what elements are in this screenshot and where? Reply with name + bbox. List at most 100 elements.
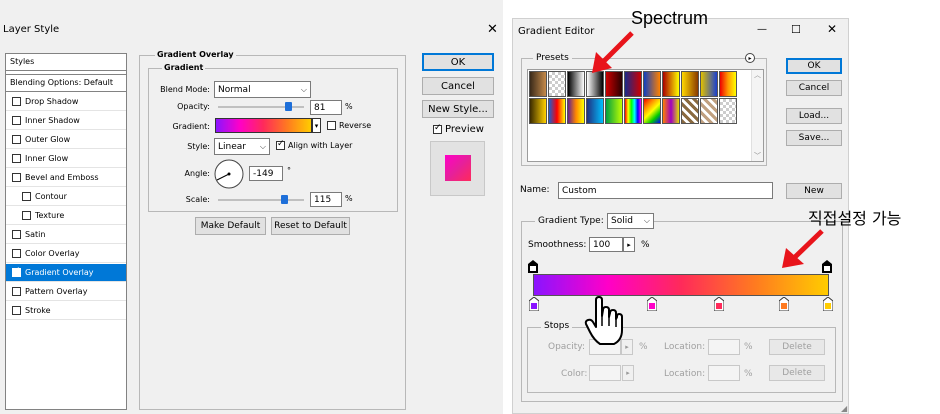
scale-slider-track[interactable] xyxy=(218,199,304,201)
color-stop[interactable] xyxy=(823,297,833,311)
gradient-bar[interactable] xyxy=(533,274,829,296)
smoothness-input[interactable]: 100 xyxy=(589,237,623,252)
preset-swatch[interactable] xyxy=(700,98,718,124)
scroll-down-icon[interactable]: ﹀ xyxy=(752,151,763,161)
style-item-drop-shadow[interactable]: Drop Shadow xyxy=(6,93,126,111)
stop-opacity-location-input[interactable] xyxy=(708,339,740,355)
style-checkbox[interactable] xyxy=(12,306,21,315)
style-item-contour[interactable]: Contour xyxy=(6,188,126,206)
ge-cancel-button[interactable]: Cancel xyxy=(786,80,842,96)
preset-swatch[interactable] xyxy=(643,71,661,97)
cancel-button[interactable]: Cancel xyxy=(422,77,494,95)
color-stop[interactable] xyxy=(646,297,657,311)
preset-swatch[interactable] xyxy=(719,98,737,124)
preset-swatch[interactable] xyxy=(529,98,547,124)
style-checkbox[interactable] xyxy=(12,287,21,296)
style-select[interactable]: Linear ⌵ xyxy=(214,138,270,155)
name-input[interactable]: Custom xyxy=(558,182,773,199)
maximize-icon[interactable]: ☐ xyxy=(791,23,801,36)
preset-swatch[interactable] xyxy=(662,98,680,124)
style-checkbox[interactable] xyxy=(12,266,21,277)
style-checkbox[interactable] xyxy=(12,135,21,144)
stop-opacity-delete-button[interactable]: Delete xyxy=(769,339,825,355)
gradient-editor-close-icon[interactable]: ✕ xyxy=(827,22,837,36)
preset-swatch[interactable] xyxy=(567,98,585,124)
opacity-slider-thumb[interactable] xyxy=(284,102,292,111)
opacity-input[interactable]: 81 xyxy=(310,100,342,115)
ok-button[interactable]: OK xyxy=(422,53,494,71)
preset-swatch[interactable] xyxy=(586,98,604,124)
preset-swatch[interactable] xyxy=(548,98,566,124)
preset-swatch[interactable] xyxy=(548,71,566,97)
gradient-swatch[interactable] xyxy=(215,118,312,133)
style-item-inner-glow[interactable]: Inner Glow xyxy=(6,150,126,168)
smoothness-dropdown-icon[interactable]: ▸ xyxy=(623,237,635,252)
preset-swatch[interactable] xyxy=(681,71,699,97)
gradient-dropdown-button[interactable]: ▾ xyxy=(312,118,321,133)
style-checkbox[interactable] xyxy=(12,173,21,182)
style-checkbox[interactable] xyxy=(12,154,21,163)
color-stop[interactable] xyxy=(529,297,539,311)
ge-load-button[interactable]: Load... xyxy=(786,108,842,124)
style-item-color-overlay[interactable]: Color Overlay xyxy=(6,245,126,263)
style-checkbox[interactable] xyxy=(12,249,21,258)
presets-label: Presets xyxy=(533,53,572,63)
style-checkbox[interactable] xyxy=(22,192,31,201)
style-item-texture[interactable]: Texture xyxy=(6,207,126,225)
reverse-checkbox[interactable]: Reverse xyxy=(327,121,371,130)
style-item-label: Drop Shadow xyxy=(25,97,79,106)
style-item-bevel-and-emboss[interactable]: Bevel and Emboss xyxy=(6,169,126,187)
preset-swatch[interactable] xyxy=(719,71,737,97)
presets-scrollbar[interactable]: ︿ ﹀ xyxy=(751,70,763,161)
minimize-icon[interactable]: — xyxy=(757,24,767,35)
preset-swatch[interactable] xyxy=(605,98,623,124)
style-item-pattern-overlay[interactable]: Pattern Overlay xyxy=(6,283,126,301)
make-default-button[interactable]: Make Default xyxy=(195,217,266,235)
angle-input[interactable]: -149 xyxy=(249,166,283,181)
angle-dial[interactable] xyxy=(213,158,245,190)
stop-opacity-percent: % xyxy=(639,342,648,352)
gradient-type-select[interactable]: Solid ⌵ xyxy=(607,213,654,229)
presets-menu-icon[interactable]: ▸ xyxy=(745,53,755,63)
style-checkbox[interactable] xyxy=(12,116,21,125)
opacity-stop-left[interactable] xyxy=(528,260,538,273)
stop-color-delete-button[interactable]: Delete xyxy=(769,365,825,381)
ge-save-button[interactable]: Save... xyxy=(786,130,842,146)
scale-input[interactable]: 115 xyxy=(310,192,342,207)
blending-options-item[interactable]: Blending Options: Default xyxy=(6,74,126,92)
stop-color-location-input[interactable] xyxy=(708,365,740,381)
preview-checkbox[interactable]: Preview xyxy=(433,123,484,135)
stop-color-dropdown-icon[interactable]: ▸ xyxy=(622,365,634,381)
stop-opacity-label: Opacity: xyxy=(548,342,585,352)
style-checkbox[interactable] xyxy=(22,211,31,220)
new-style-button[interactable]: New Style... xyxy=(422,100,494,118)
scale-slider-thumb[interactable] xyxy=(281,195,289,204)
preset-swatch[interactable] xyxy=(681,98,699,124)
style-checkbox[interactable] xyxy=(12,230,21,239)
color-stop[interactable] xyxy=(778,297,789,311)
style-item-outer-glow[interactable]: Outer Glow xyxy=(6,131,126,149)
blend-mode-select[interactable]: Normal ⌵ xyxy=(214,81,311,98)
stop-color-swatch[interactable] xyxy=(589,365,621,381)
style-checkbox[interactable] xyxy=(12,97,21,106)
style-item-satin[interactable]: Satin xyxy=(6,226,126,244)
preset-swatch[interactable] xyxy=(700,71,718,97)
reset-to-default-button[interactable]: Reset to Default xyxy=(271,217,350,235)
preset-swatch[interactable] xyxy=(643,98,661,124)
preset-swatch[interactable] xyxy=(529,71,547,97)
ge-ok-button[interactable]: OK xyxy=(786,58,842,74)
resize-grip-icon[interactable]: ◢ xyxy=(841,404,847,413)
scroll-up-icon[interactable]: ︿ xyxy=(752,70,763,80)
align-with-layer-checkbox[interactable]: Align with Layer xyxy=(276,139,352,150)
color-stop[interactable] xyxy=(714,297,725,311)
layer-style-close-icon[interactable]: ✕ xyxy=(487,22,498,37)
style-item-stroke[interactable]: Stroke xyxy=(6,302,126,320)
preset-swatch[interactable] xyxy=(567,71,585,97)
style-item-gradient-overlay[interactable]: Gradient Overlay xyxy=(6,264,126,282)
style-item-label: Color Overlay xyxy=(25,249,80,258)
preset-swatch[interactable] xyxy=(624,98,642,124)
new-gradient-button[interactable]: New xyxy=(786,183,842,199)
gradient-group-title: Gradient xyxy=(162,63,206,72)
style-item-inner-shadow[interactable]: Inner Shadow xyxy=(6,112,126,130)
preset-swatch[interactable] xyxy=(662,71,680,97)
